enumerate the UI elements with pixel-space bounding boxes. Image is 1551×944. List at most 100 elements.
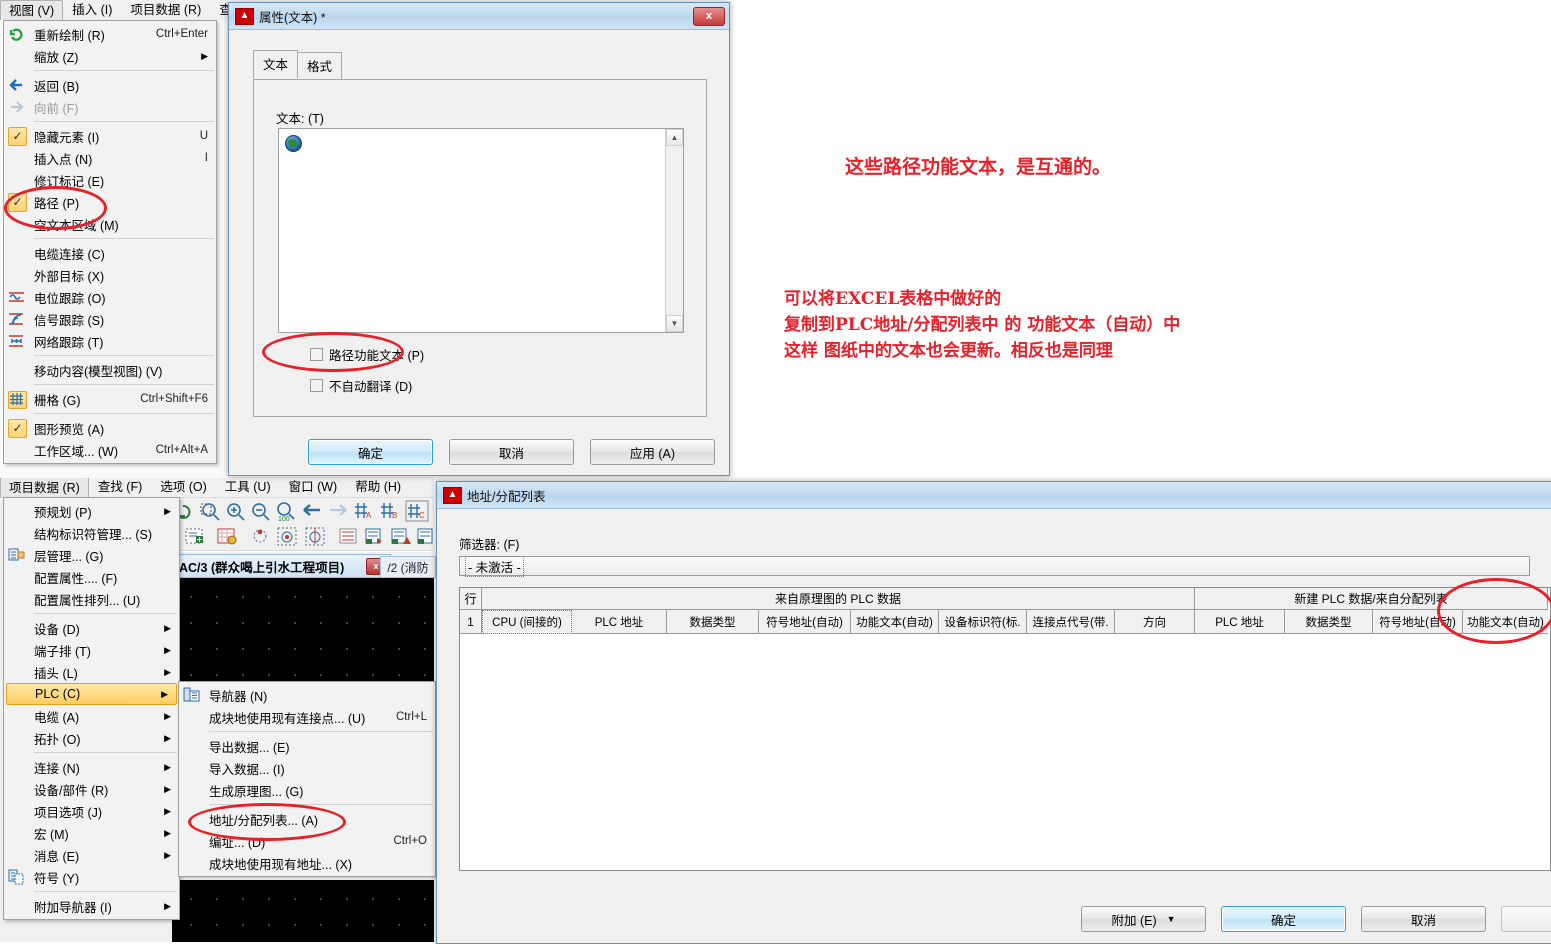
col-device-tag[interactable]: 设备标识符(标. bbox=[939, 610, 1027, 634]
text-area-scrollbar[interactable]: ▲ ▼ bbox=[665, 129, 683, 332]
menu-item-redraw[interactable]: 重新绘制 (R) Ctrl+Enter bbox=[4, 23, 216, 45]
col-connection-point-designation[interactable]: 连接点代号(带. bbox=[1027, 610, 1115, 634]
path-function-text-checkbox[interactable] bbox=[310, 348, 323, 361]
menu-item-use-existing-addresses[interactable]: 成块地使用现有地址... (X) bbox=[179, 852, 435, 874]
tab-text[interactable]: 文本 bbox=[253, 50, 299, 79]
menu-window[interactable]: 窗口 (W) bbox=[280, 477, 347, 497]
drawing-canvas-bottom[interactable] bbox=[172, 880, 434, 942]
properties-text-dialog[interactable]: ▲ 属性(文本) * x 文本 格式 文本: (T) ▲ ▼ 路径功能文本 (P… bbox=[228, 2, 730, 476]
path-function-text-checkbox-row[interactable]: 路径功能文本 (P) bbox=[310, 345, 424, 364]
no-auto-translate-checkbox[interactable] bbox=[310, 379, 323, 392]
menu-item-cable-connection[interactable]: 电缆连接 (C) bbox=[4, 242, 216, 264]
menu-item-hidden-elements[interactable]: ✓ 隐藏元素 (I) U bbox=[4, 125, 216, 147]
menu-item-macro[interactable]: 宏 (M) ▶ bbox=[4, 822, 179, 844]
col-cpu-indirect[interactable]: CPU (间接的) bbox=[482, 610, 572, 634]
menu-item-address-assignment-list[interactable]: 地址/分配列表... (A) bbox=[179, 808, 435, 830]
project-data-menu-dropdown[interactable]: 预规划 (P) ▶ 结构标识符管理... (S) 层管理... (G) 配置属性… bbox=[3, 497, 180, 920]
menu-item-project-options[interactable]: 项目选项 (J) ▶ bbox=[4, 800, 179, 822]
menu-item-preplanning[interactable]: 预规划 (P) ▶ bbox=[4, 500, 179, 522]
col-direction[interactable]: 方向 bbox=[1115, 610, 1195, 634]
menu-item-workspace[interactable]: 工作区域... (W) Ctrl+Alt+A bbox=[4, 439, 216, 461]
grid-row-number-1[interactable]: 1 bbox=[460, 610, 482, 634]
menu-item-network-trace[interactable]: 网络跟踪 (T) bbox=[4, 330, 216, 352]
grid-group-header-schematic[interactable]: 来自原理图的 PLC 数据 bbox=[482, 588, 1195, 610]
menu-item-graphic-preview[interactable]: ✓ 图形预览 (A) bbox=[4, 417, 216, 439]
menu-item-configure-property-arrangement[interactable]: 配置属性排列... (U) bbox=[4, 588, 179, 610]
menu-help[interactable]: 帮助 (H) bbox=[346, 477, 410, 497]
menubar-primary[interactable]: 视图 (V) 插入 (I) 项目数据 (R) 查找 bbox=[0, 0, 244, 21]
document-tab-bar[interactable]: AC/3 (群众喝上引水工程项目) x /2 (消防 bbox=[172, 552, 436, 578]
plc-submenu[interactable]: 导航器 (N) 成块地使用现有连接点... (U) Ctrl+L 导出数据...… bbox=[178, 681, 436, 877]
attach-split-button[interactable]: 附加 (E) ▼ bbox=[1081, 906, 1206, 932]
menu-item-back[interactable]: 返回 (B) bbox=[4, 74, 216, 96]
address-ok-button[interactable]: 确定 bbox=[1221, 906, 1346, 932]
view-menu-dropdown[interactable]: 重新绘制 (R) Ctrl+Enter 缩放 (Z) ▶ 返回 (B) 向前 (… bbox=[3, 20, 217, 464]
menu-item-plug[interactable]: 插头 (L) ▶ bbox=[4, 661, 179, 683]
menu-item-path[interactable]: ✓ 路径 (P) bbox=[4, 191, 216, 213]
menu-item-plc[interactable]: PLC (C) ▶ bbox=[6, 683, 177, 705]
scroll-up-icon[interactable]: ▲ bbox=[666, 129, 683, 146]
menu-project-data[interactable]: 项目数据 (R) bbox=[0, 476, 89, 498]
close-icon[interactable]: x bbox=[693, 6, 725, 26]
toolbar-row-2[interactable] bbox=[172, 524, 434, 551]
col-plc-address-right[interactable]: PLC 地址 bbox=[1195, 610, 1285, 634]
menu-item-potential-trace[interactable]: 电位跟踪 (O) bbox=[4, 286, 216, 308]
menu-item-signal-trace[interactable]: 信号跟踪 (S) bbox=[4, 308, 216, 330]
menu-item-symbol[interactable]: 符号 (Y) bbox=[4, 866, 179, 888]
menu-item-grid[interactable]: 栅格 (G) Ctrl+Shift+F6 bbox=[4, 388, 216, 410]
menu-item-zoom[interactable]: 缩放 (Z) ▶ bbox=[4, 45, 216, 67]
address-assignment-list-dialog[interactable]: ▲ 地址/分配列表 筛选器: (F) - 未激活 - 行 来自原理图的 PLC … bbox=[436, 481, 1551, 944]
menu-find[interactable]: 查找 (F) bbox=[89, 477, 151, 497]
menu-item-structure-identifier-mgmt[interactable]: 结构标识符管理... (S) bbox=[4, 522, 179, 544]
col-data-type-left[interactable]: 数据类型 bbox=[667, 610, 759, 634]
filter-combobox[interactable]: - 未激活 - bbox=[459, 555, 1530, 577]
tab-format[interactable]: 格式 bbox=[297, 52, 343, 79]
properties-dialog-titlebar[interactable]: ▲ 属性(文本) * x bbox=[229, 3, 729, 30]
address-apply-button[interactable]: 应 bbox=[1501, 906, 1551, 932]
drawing-canvas-top[interactable] bbox=[172, 578, 434, 688]
menu-item-move-content-model-view[interactable]: 移动内容(模型视图) (V) bbox=[4, 359, 216, 381]
menu-item-message[interactable]: 消息 (E) ▶ bbox=[4, 844, 179, 866]
scroll-down-icon[interactable]: ▼ bbox=[666, 315, 683, 332]
no-auto-translate-checkbox-row[interactable]: 不自动翻译 (D) bbox=[310, 376, 412, 395]
menu-tools[interactable]: 工具 (U) bbox=[216, 477, 280, 497]
menu-project-data-top[interactable]: 项目数据 (R) bbox=[121, 0, 210, 20]
toolbar-row-1[interactable]: 100 A B C bbox=[172, 498, 434, 525]
properties-tabstrip[interactable]: 文本 格式 bbox=[229, 50, 753, 79]
menu-item-terminal-strip[interactable]: 端子排 (T) ▶ bbox=[4, 639, 179, 661]
menubar-secondary[interactable]: 项目数据 (R) 查找 (F) 选项 (O) 工具 (U) 窗口 (W) 帮助 … bbox=[0, 476, 434, 498]
menu-item-addressing[interactable]: 编址... (D) Ctrl+O bbox=[179, 830, 435, 852]
text-input-area[interactable]: ▲ ▼ bbox=[278, 128, 684, 333]
properties-cancel-button[interactable]: 取消 bbox=[449, 439, 574, 465]
grid-group-header-new-plc[interactable]: 新建 PLC 数据/来自分配列表 bbox=[1195, 588, 1548, 610]
menu-item-insertion-point[interactable]: 插入点 (N) I bbox=[4, 147, 216, 169]
menu-item-connection[interactable]: 连接 (N) ▶ bbox=[4, 756, 179, 778]
document-tab-next[interactable]: /2 (消防 bbox=[380, 556, 436, 578]
menu-item-configure-properties[interactable]: 配置属性.... (F) bbox=[4, 566, 179, 588]
menu-view[interactable]: 视图 (V) bbox=[0, 0, 64, 21]
properties-apply-button[interactable]: 应用 (A) bbox=[590, 439, 715, 465]
menu-item-plc-navigator[interactable]: 导航器 (N) bbox=[179, 684, 435, 706]
menu-item-generate-schematic[interactable]: 生成原理图... (G) bbox=[179, 779, 435, 801]
menu-item-revision-marker[interactable]: 修订标记 (E) bbox=[4, 169, 216, 191]
plc-address-grid[interactable]: 行 来自原理图的 PLC 数据 新建 PLC 数据/来自分配列表 1 CPU (… bbox=[459, 587, 1551, 871]
menu-item-empty-text-area[interactable]: 空文本区域 (M) bbox=[4, 213, 216, 235]
properties-ok-button[interactable]: 确定 bbox=[308, 439, 433, 465]
menu-options[interactable]: 选项 (O) bbox=[151, 477, 216, 497]
menu-item-layer-management[interactable]: 层管理... (G) bbox=[4, 544, 179, 566]
menu-item-import-data[interactable]: 导入数据... (I) bbox=[179, 757, 435, 779]
menu-item-additional-navigator[interactable]: 附加导航器 (I) ▶ bbox=[4, 895, 179, 917]
menu-item-topology[interactable]: 拓扑 (O) ▶ bbox=[4, 727, 179, 749]
col-data-type-right[interactable]: 数据类型 bbox=[1285, 610, 1373, 634]
document-tab-active[interactable]: AC/3 (群众喝上引水工程项目) x bbox=[172, 554, 391, 578]
col-symbolic-address-auto-left[interactable]: 符号地址(自动) bbox=[759, 610, 851, 634]
menu-item-device[interactable]: 设备 (D) ▶ bbox=[4, 617, 179, 639]
col-plc-address-left[interactable]: PLC 地址 bbox=[572, 610, 667, 634]
grid-body-empty[interactable] bbox=[460, 634, 1550, 868]
menu-insert[interactable]: 插入 (I) bbox=[63, 0, 121, 20]
menu-item-external-target[interactable]: 外部目标 (X) bbox=[4, 264, 216, 286]
menu-item-export-data[interactable]: 导出数据... (E) bbox=[179, 735, 435, 757]
menu-item-use-existing-connection-points[interactable]: 成块地使用现有连接点... (U) Ctrl+L bbox=[179, 706, 435, 728]
address-dialog-titlebar[interactable]: ▲ 地址/分配列表 bbox=[437, 482, 1551, 509]
chevron-down-icon[interactable]: ▼ bbox=[1167, 914, 1176, 924]
